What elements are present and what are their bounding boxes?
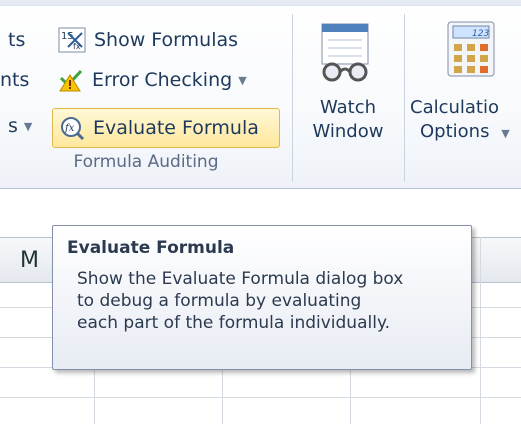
grid-row-line: [0, 397, 521, 398]
calculation-options-button[interactable]: Calculatio Options ▼: [410, 96, 521, 146]
column-header-m[interactable]: M: [20, 248, 39, 273]
show-formulas-button[interactable]: 15 fx Show Formulas: [58, 22, 238, 58]
ribbon-top-border: [0, 0, 521, 6]
error-checking-row: nts: [0, 62, 29, 98]
calculation-options-label-line2-row: Options ▼: [410, 120, 521, 146]
error-checking-label: Error Checking: [92, 69, 233, 91]
show-formulas-label: Show Formulas: [94, 29, 239, 51]
evaluate-formula-button[interactable]: fx Evaluate Formula: [52, 108, 280, 148]
group-separator: [292, 14, 293, 182]
evaluate-formula-label: Evaluate Formula: [93, 117, 259, 139]
chevron-down-icon[interactable]: ▼: [501, 127, 509, 140]
error-checking-icon: [56, 67, 84, 93]
calculation-options-icon: 123: [446, 20, 496, 82]
watch-window-button[interactable]: Watch Window: [296, 96, 400, 144]
chevron-down-icon[interactable]: ▼: [238, 74, 246, 87]
svg-text:fx: fx: [64, 123, 75, 134]
evaluate-formula-icon: fx: [59, 115, 85, 141]
trace-dependents-partial-label[interactable]: nts: [0, 69, 29, 91]
watch-window-label-line1: Watch: [319, 97, 377, 118]
group-separator: [404, 14, 405, 182]
calculation-options-label-line1: Calculatio: [410, 97, 500, 118]
remove-arrows-row: s ▼: [8, 108, 32, 144]
watch-window-icon: [316, 22, 376, 88]
remove-arrows-partial-label[interactable]: s: [8, 115, 18, 137]
formula-auditing-group-label: Formula Auditing: [73, 152, 219, 172]
chevron-down-icon[interactable]: ▼: [24, 120, 32, 133]
svg-text:fx: fx: [73, 42, 81, 51]
calculation-options-label-line2: Options: [420, 121, 490, 142]
tooltip-title: Evaluate Formula: [67, 238, 235, 258]
error-checking-button[interactable]: Error Checking ▼: [56, 62, 247, 98]
show-formulas-row: ts: [8, 22, 25, 58]
trace-precedents-partial-label[interactable]: ts: [8, 29, 25, 51]
show-formulas-icon: 15 fx: [58, 27, 86, 53]
grid-column-line: [480, 237, 481, 424]
ribbon: ts 15 fx Show Formulas nts Error Checkin…: [0, 0, 521, 189]
watch-window-label-line2: Window: [312, 121, 384, 142]
tooltip-body: Show the Evaluate Formula dialog box to …: [77, 269, 404, 333]
evaluate-formula-tooltip: Evaluate Formula Show the Evaluate Formu…: [52, 225, 472, 370]
svg-text:123: 123: [472, 29, 489, 39]
